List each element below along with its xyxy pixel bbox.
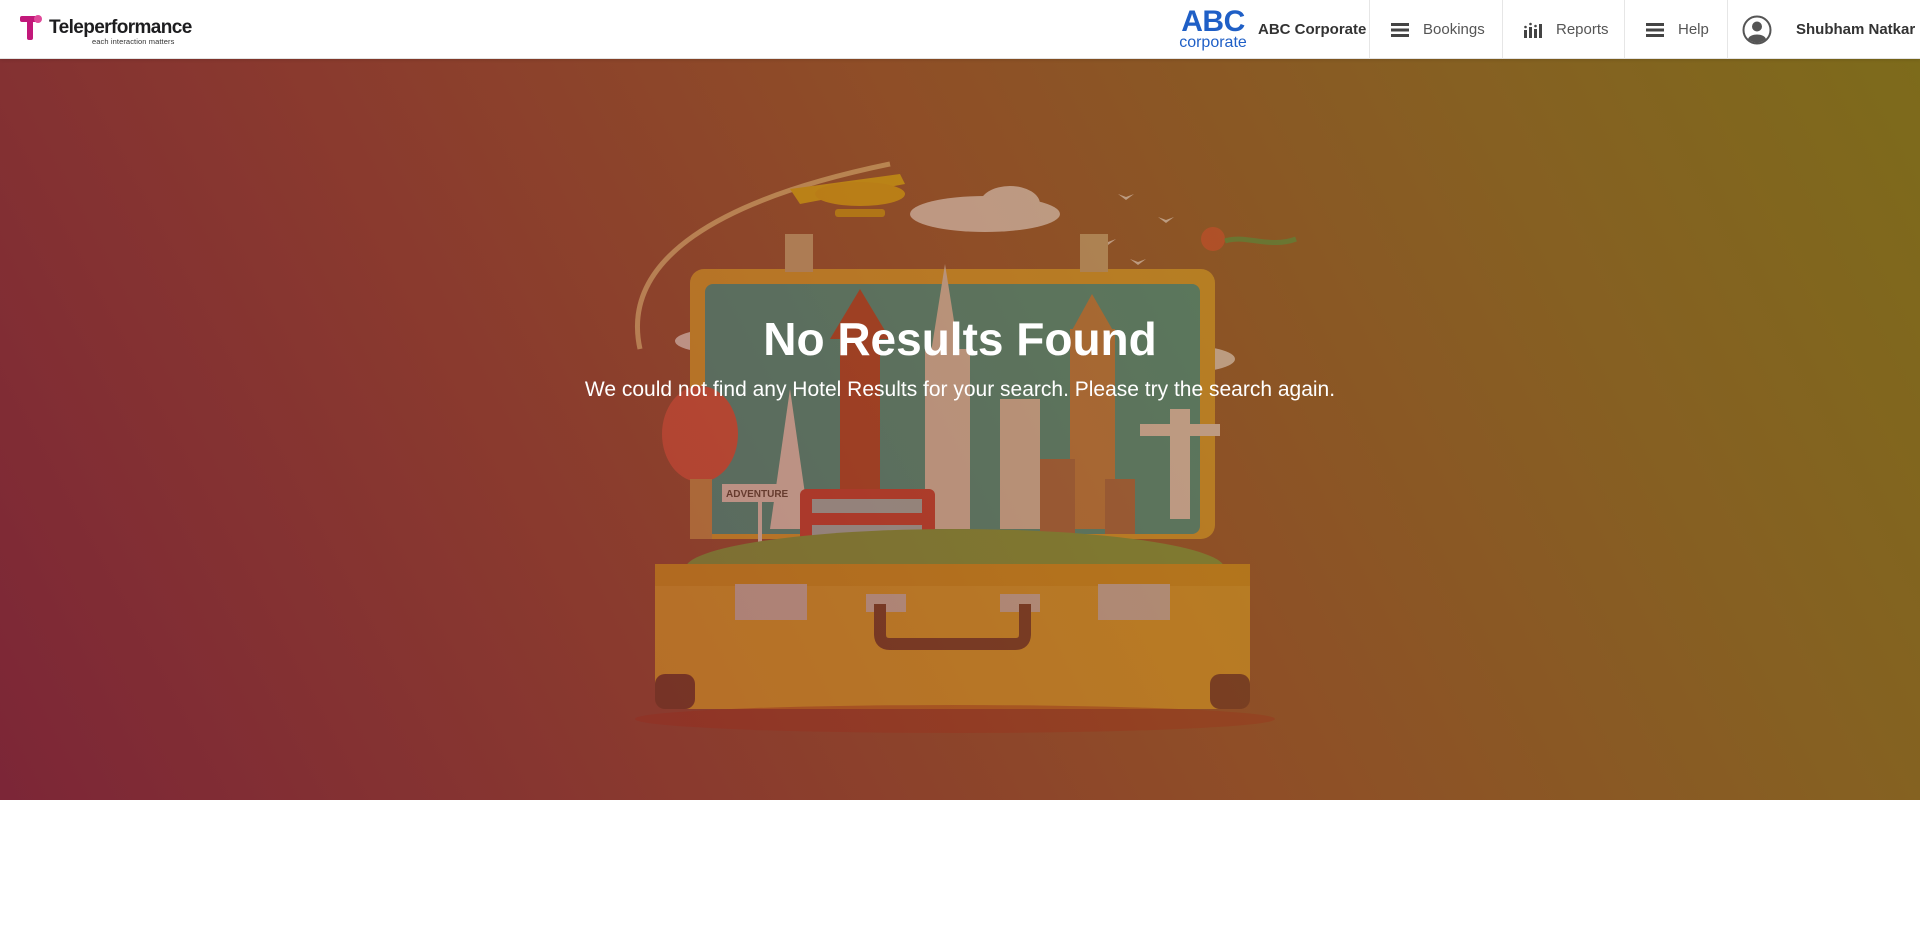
nav-help-label: Help bbox=[1678, 21, 1709, 38]
no-results-banner: ADVENTURE No Results Found We could not … bbox=[0, 59, 1920, 800]
nav-reports-label: Reports bbox=[1556, 21, 1609, 38]
brand-tagline: each interaction matters bbox=[92, 37, 175, 46]
adventure-sign-text: ADVENTURE bbox=[726, 489, 789, 500]
corporate-logo-sub: corporate bbox=[1179, 34, 1247, 51]
user-name: Shubham Natkar bbox=[1796, 21, 1916, 38]
airplane-icon bbox=[790, 174, 905, 217]
user-avatar-icon bbox=[1742, 15, 1772, 44]
nav-reports[interactable]: Reports bbox=[1502, 0, 1624, 59]
travel-suitcase-illustration: ADVENTURE bbox=[635, 161, 1297, 733]
brand-name: Teleperformance bbox=[49, 17, 192, 38]
no-results-title: No Results Found bbox=[763, 313, 1157, 365]
nav-bookings-label: Bookings bbox=[1423, 21, 1485, 38]
nav-bookings[interactable]: Bookings bbox=[1369, 0, 1502, 59]
bar-chart-icon bbox=[1522, 21, 1544, 39]
nav-help[interactable]: Help bbox=[1624, 0, 1727, 59]
corporate-logo: ABC corporate bbox=[1176, 5, 1250, 51]
corporate-logo-abc: ABC bbox=[1181, 5, 1245, 38]
top-navbar: Teleperformance each interaction matters… bbox=[0, 0, 1920, 59]
teleperformance-mark-icon bbox=[20, 15, 42, 40]
menu-icon bbox=[1644, 21, 1666, 39]
company-name: ABC Corporate bbox=[1258, 21, 1367, 38]
user-menu[interactable]: Shubham Natkar bbox=[1727, 0, 1920, 59]
no-results-message: We could not find any Hotel Results for … bbox=[584, 378, 1336, 401]
teleperformance-logo[interactable]: Teleperformance each interaction matters bbox=[18, 11, 192, 47]
menu-icon bbox=[1389, 21, 1411, 39]
